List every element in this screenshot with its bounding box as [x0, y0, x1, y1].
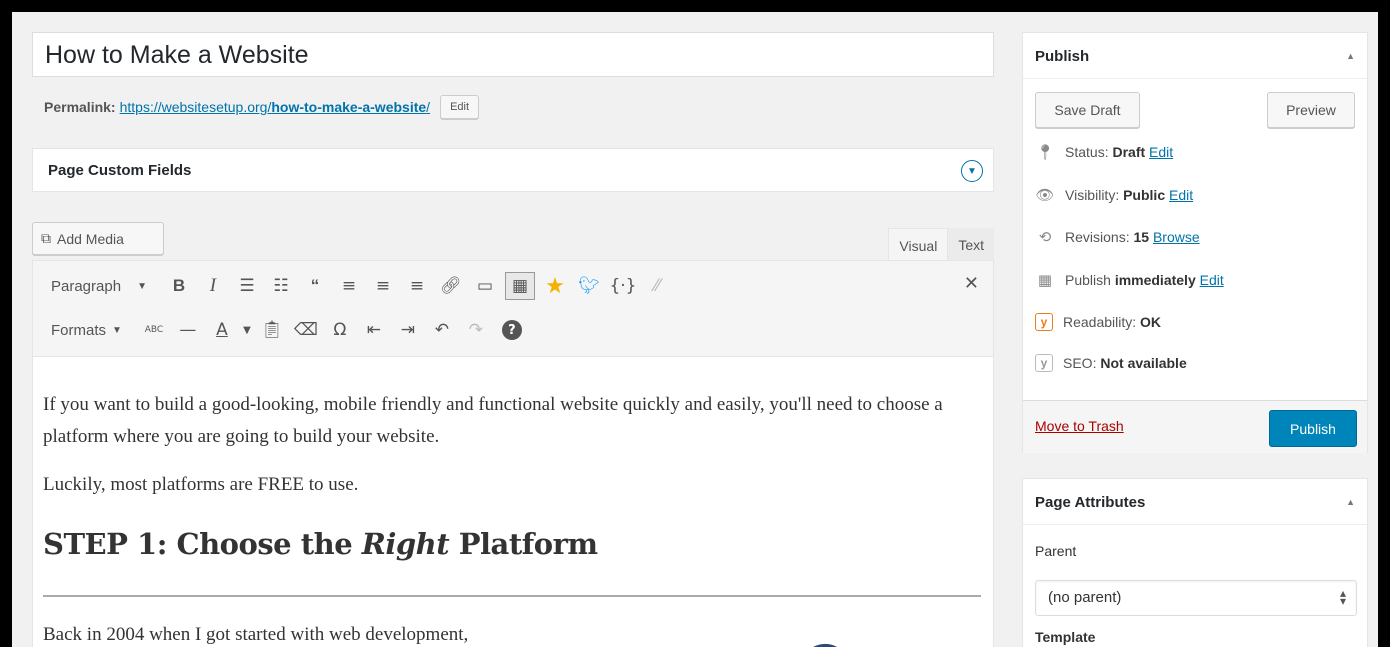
page-custom-fields-box[interactable]: Page Custom Fields ▼ [32, 148, 994, 192]
revisions-row: ⟲ Revisions: 15 Browse [1035, 228, 1200, 246]
publish-box-title: Publish [1035, 48, 1090, 65]
strikethrough-icon[interactable]: ABC [140, 316, 168, 344]
yoast-readability-icon: y [1035, 313, 1053, 331]
pin-icon: 📍︎ [1035, 143, 1055, 161]
help-icon[interactable]: ? [501, 320, 522, 340]
clear-formatting-icon[interactable]: ⌫ [292, 316, 320, 344]
add-media-button[interactable]: ⧉ Add Media [32, 222, 164, 255]
bullet-list-icon[interactable]: ☰ [233, 272, 261, 300]
toggle-panel-icon[interactable]: ▼ [961, 160, 983, 182]
editor-toolbar: Paragraph ▼ B I ☰ ☷ “ ≡ ≡ ≡ 🔗︎ ▭ ▦ ★ 🐦︎ {… [32, 260, 994, 357]
wp-editor-screen: How to Make a Website Permalink: https:/… [12, 12, 1378, 647]
star-icon[interactable]: ★ [541, 272, 569, 300]
align-center-icon[interactable]: ≡ [369, 272, 397, 300]
content-paragraph-3: Back in 2004 when I got started with web… [43, 624, 469, 645]
collapse-arrow-icon[interactable]: ▲ [1346, 51, 1355, 61]
schedule-edit-link[interactable]: Edit [1200, 272, 1224, 288]
tab-visual[interactable]: Visual [888, 228, 949, 260]
publish-box: Publish ▲ Save Draft Preview 📍︎ Status: … [1022, 32, 1368, 453]
undo-icon[interactable]: ↶ [428, 316, 456, 344]
permalink-link[interactable]: https://websitesetup.org/how-to-make-a-w… [120, 99, 430, 115]
status-edit-link[interactable]: Edit [1149, 144, 1173, 160]
content-paragraph-1: If you want to build a good-looking, mob… [43, 394, 943, 447]
editor-content-area[interactable]: If you want to build a good-looking, mob… [32, 357, 994, 647]
template-label: Template [1035, 629, 1096, 645]
content-paragraph-2: Luckily, most platforms are FREE to use. [43, 474, 359, 495]
italic-icon[interactable]: I [199, 272, 227, 300]
permalink-label: Permalink: [44, 99, 116, 115]
schedule-row: ▦ Publish immediately Edit [1035, 271, 1224, 289]
redo-icon[interactable]: ↷ [462, 316, 490, 344]
numbered-list-icon[interactable]: ☷ [267, 272, 295, 300]
text-color-caret-icon[interactable]: ▼ [242, 316, 252, 344]
permalink-edit-button[interactable]: Edit [440, 95, 480, 119]
content-illustration-image [813, 644, 838, 647]
twitter-icon[interactable]: 🐦︎ [575, 272, 603, 300]
preview-button[interactable]: Preview [1267, 92, 1355, 128]
bold-icon[interactable]: B [165, 272, 193, 300]
parent-label: Parent [1035, 543, 1077, 559]
select-arrows-icon: ▴ ▾ [1339, 586, 1346, 608]
seo-row: y SEO: Not available [1035, 354, 1187, 372]
browse-revisions-link[interactable]: Browse [1153, 229, 1200, 245]
post-title-input[interactable]: How to Make a Website [32, 32, 994, 77]
page-attributes-title: Page Attributes [1035, 494, 1146, 511]
status-row: 📍︎ Status: Draft Edit [1035, 143, 1174, 161]
kitchen-sink-icon[interactable]: ▦ [504, 272, 535, 300]
toolbar-row-2: Formats ▼ ABC — A ▼ 📋︎ ⌫ Ω ⇤ ⇥ ↶ ↷ ? [43, 311, 528, 349]
move-to-trash-link[interactable]: Move to Trash [1035, 418, 1124, 434]
tab-text[interactable]: Text [948, 228, 994, 260]
publish-button[interactable]: Publish [1269, 410, 1357, 447]
parent-select[interactable]: (no parent) ▴ ▾ [1035, 580, 1357, 616]
blockquote-icon[interactable]: “ [301, 272, 329, 300]
visibility-edit-link[interactable]: Edit [1169, 187, 1193, 203]
link-icon[interactable]: 🔗︎ [437, 272, 465, 300]
indent-icon[interactable]: ⇥ [394, 316, 422, 344]
yoast-seo-icon: y [1035, 354, 1053, 372]
horizontal-line-icon[interactable]: — [174, 316, 202, 344]
history-icon: ⟲ [1038, 228, 1052, 246]
save-draft-button[interactable]: Save Draft [1035, 92, 1140, 128]
readability-row: y Readability: OK [1035, 313, 1161, 331]
eye-icon: 👁︎ [1035, 186, 1055, 204]
special-character-icon[interactable]: Ω [326, 316, 354, 344]
read-more-icon[interactable]: ▭ [471, 272, 499, 300]
text-color-icon[interactable]: A [208, 316, 236, 344]
media-icon: ⧉ [41, 230, 51, 246]
unlink-icon[interactable]: ⁄⁄ [643, 272, 671, 300]
editor-tabs: Visual Text [888, 228, 994, 260]
visibility-row: 👁︎ Visibility: Public Edit [1035, 186, 1194, 204]
align-left-icon[interactable]: ≡ [335, 272, 363, 300]
paste-text-icon[interactable]: 📋︎ [258, 316, 286, 344]
code-icon[interactable]: {·} [609, 272, 637, 300]
add-media-label: Add Media [57, 230, 124, 247]
paragraph-format-select[interactable]: Paragraph ▼ [43, 278, 155, 295]
page-attributes-header[interactable]: Page Attributes ▲ [1023, 479, 1367, 525]
calendar-icon: ▦ [1037, 271, 1053, 289]
outdent-icon[interactable]: ⇤ [360, 316, 388, 344]
permalink-row: Permalink: https://websitesetup.org/how-… [44, 95, 480, 119]
content-heading: STEP 1: Choose the Right Platform [43, 527, 598, 561]
toolbar-row-1: Paragraph ▼ B I ☰ ☷ “ ≡ ≡ ≡ 🔗︎ ▭ ▦ ★ 🐦︎ {… [43, 267, 677, 305]
page-custom-fields-title: Page Custom Fields [48, 162, 192, 179]
fullscreen-icon[interactable]: ✕ [964, 273, 979, 294]
page-attributes-box: Page Attributes ▲ Parent (no parent) ▴ ▾ … [1022, 478, 1368, 647]
align-right-icon[interactable]: ≡ [403, 272, 431, 300]
content-divider [43, 595, 981, 597]
publish-box-header[interactable]: Publish ▲ [1023, 33, 1367, 79]
collapse-arrow-icon[interactable]: ▲ [1346, 497, 1355, 507]
publish-actions: Move to Trash Publish [1023, 400, 1367, 453]
formats-select[interactable]: Formats ▼ [43, 322, 130, 339]
